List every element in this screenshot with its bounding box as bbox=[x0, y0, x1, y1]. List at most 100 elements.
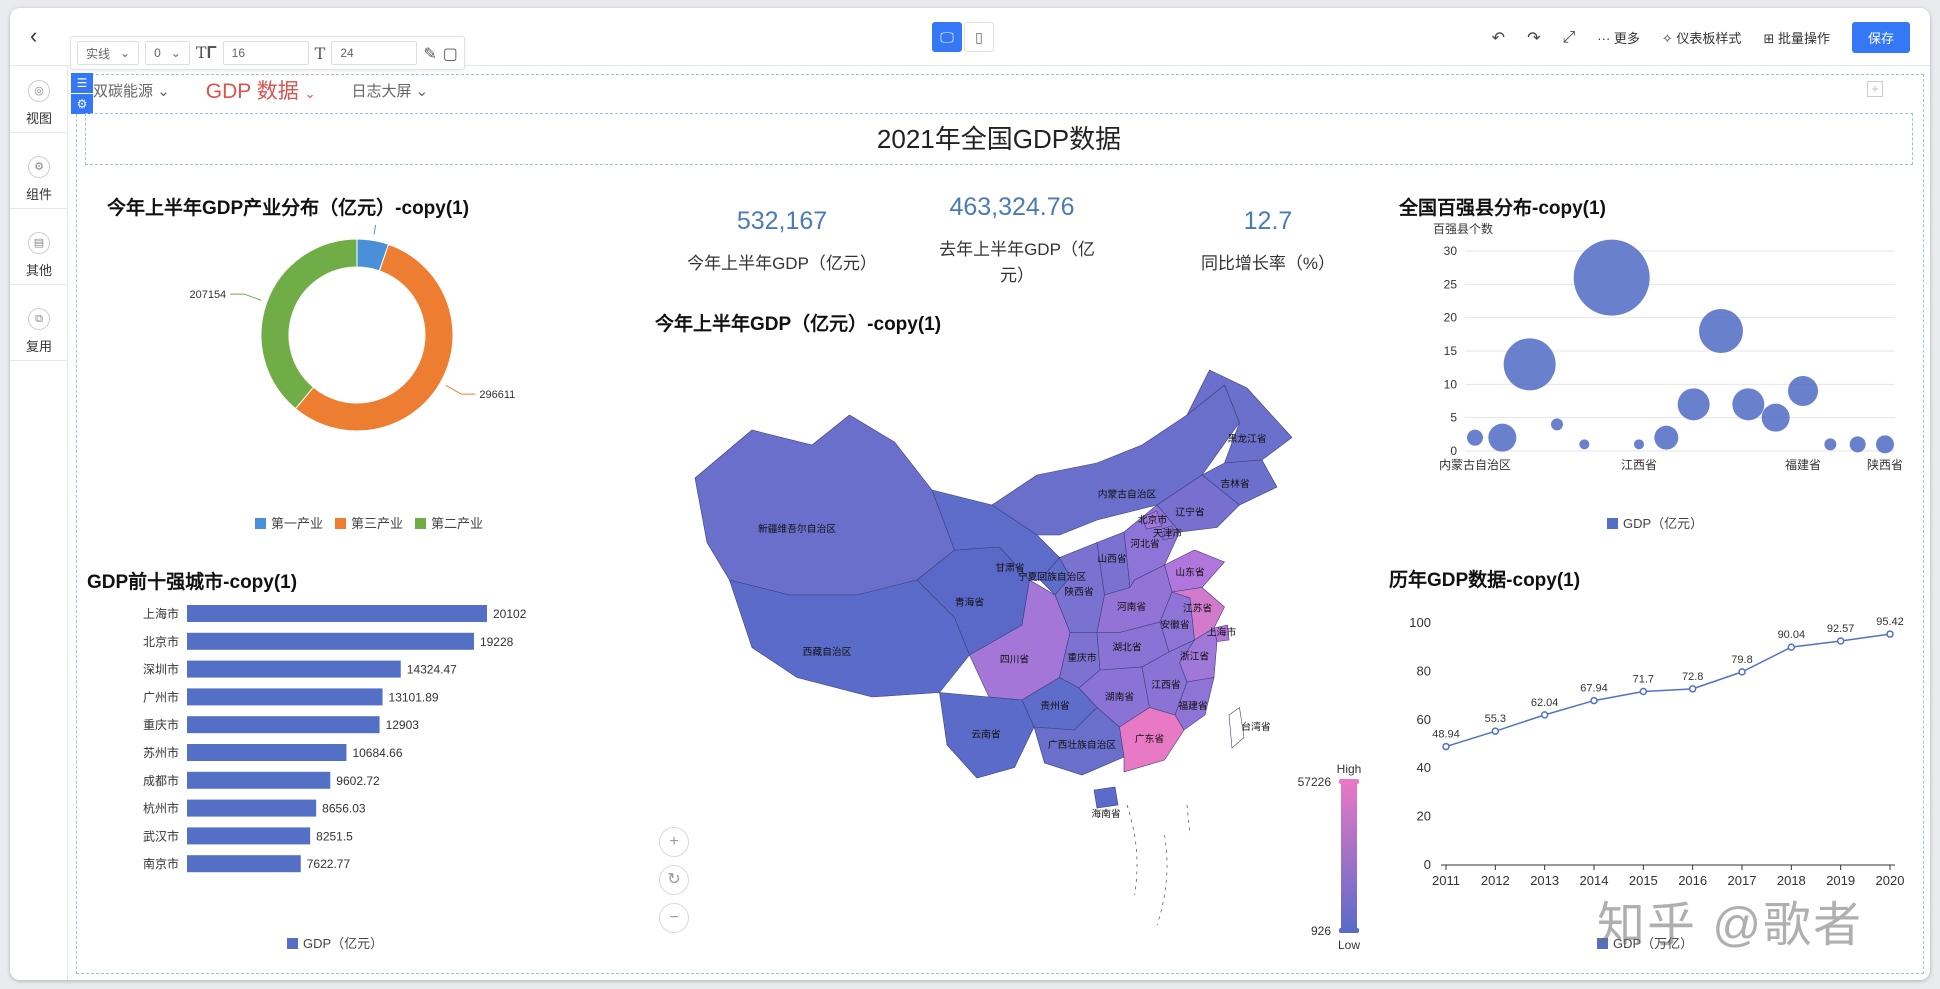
text-size-input[interactable]: 24 bbox=[331, 41, 418, 65]
tab-log-screen[interactable]: 日志大屏 ⌄ bbox=[351, 80, 428, 101]
dashboard-title[interactable]: 2021年全国GDP数据 bbox=[85, 113, 1913, 165]
region-label: 新疆维吾尔自治区 bbox=[758, 522, 836, 535]
map-chart-title: 今年上半年GDP（亿元）-copy(1) bbox=[655, 314, 942, 335]
visual-map-legend[interactable]: High 57226 926 Low bbox=[1277, 761, 1377, 951]
donut-chart[interactable]: 28402296611207154 bbox=[137, 225, 577, 475]
zoom-in-icon[interactable]: + bbox=[659, 827, 689, 857]
grid-icon: ⊞ bbox=[1763, 31, 1775, 46]
map-region[interactable] bbox=[729, 579, 970, 698]
data-label: 14324.47 bbox=[407, 663, 457, 677]
region-label: 江苏省 bbox=[1183, 602, 1212, 615]
donut-slice bbox=[260, 238, 358, 410]
sidebar-item-other[interactable]: ▤ 其他 bbox=[10, 232, 68, 279]
china-map[interactable]: 新疆维吾尔自治区西藏自治区青海省甘肃省内蒙古自治区黑龙江省吉林省辽宁省宁夏回族自… bbox=[677, 355, 1357, 955]
region-label: 重庆市 bbox=[1067, 651, 1096, 664]
data-point bbox=[1688, 685, 1697, 693]
bubble bbox=[1677, 388, 1710, 421]
add-icon[interactable]: + bbox=[1867, 81, 1883, 97]
mobile-view-icon[interactable]: ▯ bbox=[964, 22, 994, 52]
region-label: 黑龙江省 bbox=[1228, 432, 1267, 445]
kpi-label: 今年上半年GDP（亿元） bbox=[687, 254, 877, 273]
more-button[interactable]: ··· 更多 bbox=[1597, 28, 1640, 47]
map-region[interactable] bbox=[1093, 786, 1119, 809]
region-label: 安徽省 bbox=[1160, 618, 1189, 631]
layers-icon[interactable]: ☰ bbox=[71, 73, 93, 93]
region-label: 广西壮族自治区 bbox=[1048, 738, 1116, 751]
bubble bbox=[1634, 439, 1644, 450]
sidebar-item-label: 组件 bbox=[25, 187, 52, 202]
data-label: 10684.66 bbox=[352, 746, 402, 760]
region-label: 台湾省 bbox=[1241, 720, 1270, 733]
kpi-value: 12.7 bbox=[1243, 207, 1293, 235]
data-label: 71.7 bbox=[1633, 673, 1654, 685]
redo-icon[interactable]: ↷ bbox=[1527, 28, 1540, 48]
kpi-label: 同比增长率（%） bbox=[1200, 254, 1336, 273]
scatter-legend: GDP（亿元） bbox=[1607, 513, 1703, 532]
tab-gdp-data[interactable]: GDP 数据 ⌄ bbox=[206, 75, 316, 105]
bar-chart[interactable]: 上海市 20102 北京市 19228 深圳市 14324.47 广州市 13101.89 重庆… bbox=[87, 603, 567, 903]
category-label: 成都市 bbox=[143, 773, 179, 788]
y-tick-label: 10 bbox=[1444, 377, 1458, 391]
region-label: 云南省 bbox=[971, 728, 1000, 741]
line-style-select[interactable]: 实线 ⌄ bbox=[77, 41, 140, 65]
sidebar-item-component[interactable]: ⚙ 组件 bbox=[10, 156, 68, 203]
bar bbox=[187, 605, 487, 622]
region-label: 海南省 bbox=[1091, 807, 1120, 820]
bubble bbox=[1699, 309, 1743, 353]
bubble bbox=[1503, 338, 1556, 391]
legend-label: GDP（亿元） bbox=[303, 936, 384, 951]
divider bbox=[10, 360, 68, 361]
data-label: 62.04 bbox=[1531, 697, 1559, 709]
legend-item[interactable]: GDP（亿元） bbox=[287, 933, 383, 952]
x-tick-label: 2011 bbox=[1432, 873, 1460, 888]
region-label: 四川省 bbox=[1000, 653, 1029, 666]
undo-icon[interactable]: ↶ bbox=[1492, 28, 1505, 48]
fill-icon[interactable]: ▢ bbox=[443, 44, 458, 63]
region-label: 浙江省 bbox=[1180, 650, 1209, 663]
donut-legend: 第一产业 第三产业 第二产业 bbox=[255, 513, 483, 532]
label-line bbox=[445, 384, 476, 395]
data-label: 67.94 bbox=[1580, 683, 1608, 695]
tab-carbon-energy[interactable]: 双碳能源 ⌄ bbox=[93, 80, 170, 101]
y-tick-label: 20 bbox=[1417, 809, 1431, 824]
line-width-select[interactable]: 0 ⌄ bbox=[145, 41, 190, 65]
bubble bbox=[1654, 425, 1679, 450]
legend-item[interactable]: 第三产业 bbox=[335, 513, 403, 532]
bar-chart-title: GDP前十强城市-copy(1) bbox=[87, 572, 298, 593]
series-line bbox=[1445, 633, 1891, 748]
dashboard-canvas: 双碳能源 ⌄ GDP 数据 ⌄ 日志大屏 ⌄ ☰ ⚙ + 2021年全国GDP数… bbox=[71, 73, 1924, 974]
map-region[interactable] bbox=[694, 414, 955, 596]
legend-item[interactable]: GDP（亿元） bbox=[1607, 513, 1703, 532]
desktop-view-icon[interactable]: 🖵 bbox=[932, 22, 962, 52]
legend-item[interactable]: 第二产业 bbox=[415, 513, 483, 532]
font-size-input[interactable]: 16 bbox=[222, 41, 309, 65]
data-point bbox=[1442, 742, 1450, 751]
theme-button[interactable]: ✧ 仪表板样式 bbox=[1662, 28, 1742, 47]
data-label: 79.8 bbox=[1731, 654, 1752, 666]
region-label: 吉林省 bbox=[1220, 477, 1249, 490]
pen-color-icon[interactable]: ✎ bbox=[423, 44, 436, 63]
batch-button[interactable]: ⊞ 批量操作 bbox=[1763, 28, 1830, 47]
app-window: ‹ 🖵 ▯ ↶ ↷ ⤢ ··· 更多 ✧ 仪表板样式 ⊞ 批量操作 保存 实线 ⌄… bbox=[10, 8, 1930, 980]
visual-map-high-label: High bbox=[1337, 762, 1362, 776]
sidebar-item-reuse[interactable]: ⧉ 复用 bbox=[10, 308, 68, 355]
region-label: 福建省 bbox=[1178, 699, 1207, 712]
zoom-out-icon[interactable]: − bbox=[659, 903, 689, 933]
settings-icon[interactable]: ⚙ bbox=[71, 94, 93, 114]
refresh-icon[interactable]: ↻ bbox=[659, 865, 689, 895]
x-tick-label: 2013 bbox=[1530, 873, 1559, 888]
back-arrow-icon[interactable]: ‹ bbox=[30, 24, 54, 48]
legend-item[interactable]: 第一产业 bbox=[255, 513, 323, 532]
save-button[interactable]: 保存 bbox=[1851, 22, 1910, 53]
reuse-icon: ⧉ bbox=[28, 308, 50, 330]
sidebar-item-view[interactable]: ◎ 视图 bbox=[10, 80, 68, 127]
line-chart[interactable]: 0 20 40 60 80 100 48.94 2011 55.3 2012 62.04 2013 67… bbox=[1395, 605, 1915, 905]
fullscreen-icon[interactable]: ⤢ bbox=[1562, 29, 1575, 47]
divider bbox=[10, 284, 68, 285]
data-label: 8656.03 bbox=[322, 802, 366, 816]
y-tick-label: 0 bbox=[1450, 444, 1457, 458]
chevron-down-icon: ⌄ bbox=[304, 86, 316, 101]
category-label: 北京市 bbox=[143, 634, 179, 649]
bubble-chart[interactable]: 百强县个数 0 5 10 15 20 25 30 内蒙古自治区 江西省 福建省 陕西省 bbox=[1395, 211, 1915, 481]
bar bbox=[187, 771, 331, 789]
